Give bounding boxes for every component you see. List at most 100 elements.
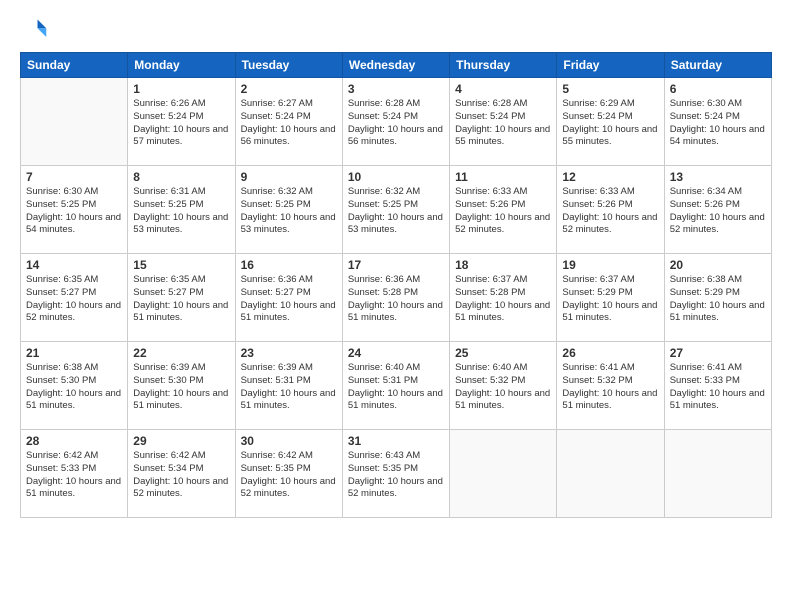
calendar-cell: 14 Sunrise: 6:35 AM Sunset: 5:27 PM Dayli… (21, 254, 128, 342)
week-row-5: 28Sunrise: 6:42 AM Sunset: 5:33 PM Dayli… (21, 430, 772, 518)
day-info: Sunrise: 6:30 AM Sunset: 5:25 PM Dayligh… (26, 186, 122, 237)
day-info: Sunrise: 6:40 AM Sunset: 5:31 PM Dayligh… (348, 362, 444, 413)
day-number: 11 (455, 170, 551, 184)
weekday-header-sunday: Sunday (21, 53, 128, 78)
day-number: 24 (348, 346, 444, 360)
day-info: Sunrise: 6:39 AM Sunset: 5:31 PM Dayligh… (241, 362, 337, 413)
day-number: 1 (133, 82, 229, 96)
weekday-header-wednesday: Wednesday (342, 53, 449, 78)
day-number: 23 (241, 346, 337, 360)
day-info: Sunrise: 6:33 AM Sunset: 5:26 PM Dayligh… (562, 186, 658, 237)
day-number: 30 (241, 434, 337, 448)
calendar-cell: 24 Sunrise: 6:40 AM Sunset: 5:31 PM Dayli… (342, 342, 449, 430)
calendar-cell: 11 Sunrise: 6:33 AM Sunset: 5:26 PM Dayli… (450, 166, 557, 254)
logo-icon (20, 16, 48, 44)
day-info: Sunrise: 6:38 AM Sunset: 5:29 PM Dayligh… (670, 274, 766, 325)
calendar-cell: 13 Sunrise: 6:34 AM Sunset: 5:26 PM Dayli… (664, 166, 771, 254)
day-info: Sunrise: 6:41 AM Sunset: 5:33 PM Dayligh… (670, 362, 766, 413)
day-number: 9 (241, 170, 337, 184)
weekday-header-thursday: Thursday (450, 53, 557, 78)
week-row-4: 21 Sunrise: 6:38 AM Sunset: 5:30 PM Dayli… (21, 342, 772, 430)
calendar-cell: 25Sunrise: 6:40 AM Sunset: 5:32 PM Dayli… (450, 342, 557, 430)
day-number: 8 (133, 170, 229, 184)
day-number: 7 (26, 170, 122, 184)
day-number: 3 (348, 82, 444, 96)
calendar-cell: 17 Sunrise: 6:36 AM Sunset: 5:28 PM Dayli… (342, 254, 449, 342)
day-info: Sunrise: 6:41 AM Sunset: 5:32 PM Dayligh… (562, 362, 658, 413)
day-info: Sunrise: 6:35 AM Sunset: 5:27 PM Dayligh… (26, 274, 122, 325)
day-number: 21 (26, 346, 122, 360)
day-number: 10 (348, 170, 444, 184)
calendar-cell: 5 Sunrise: 6:29 AM Sunset: 5:24 PM Daylig… (557, 78, 664, 166)
day-info: Sunrise: 6:42 AM Sunset: 5:35 PM Dayligh… (241, 450, 337, 501)
calendar-cell: 28Sunrise: 6:42 AM Sunset: 5:33 PM Dayli… (21, 430, 128, 518)
day-info: Sunrise: 6:43 AM Sunset: 5:35 PM Dayligh… (348, 450, 444, 501)
calendar-cell: 4 Sunrise: 6:28 AM Sunset: 5:24 PM Daylig… (450, 78, 557, 166)
day-number: 4 (455, 82, 551, 96)
calendar-cell: 22Sunrise: 6:39 AM Sunset: 5:30 PM Dayli… (128, 342, 235, 430)
day-number: 27 (670, 346, 766, 360)
calendar-cell: 15Sunrise: 6:35 AM Sunset: 5:27 PM Dayli… (128, 254, 235, 342)
calendar-cell: 18Sunrise: 6:37 AM Sunset: 5:28 PM Dayli… (450, 254, 557, 342)
calendar-cell: 27 Sunrise: 6:41 AM Sunset: 5:33 PM Dayli… (664, 342, 771, 430)
weekday-header-tuesday: Tuesday (235, 53, 342, 78)
weekday-header-monday: Monday (128, 53, 235, 78)
day-number: 16 (241, 258, 337, 272)
calendar-cell: 7 Sunrise: 6:30 AM Sunset: 5:25 PM Daylig… (21, 166, 128, 254)
day-number: 14 (26, 258, 122, 272)
day-info: Sunrise: 6:27 AM Sunset: 5:24 PM Dayligh… (241, 98, 337, 149)
calendar-cell: 23 Sunrise: 6:39 AM Sunset: 5:31 PM Dayli… (235, 342, 342, 430)
day-number: 15 (133, 258, 229, 272)
day-info: Sunrise: 6:42 AM Sunset: 5:34 PM Dayligh… (133, 450, 229, 501)
calendar-cell: 21 Sunrise: 6:38 AM Sunset: 5:30 PM Dayli… (21, 342, 128, 430)
day-number: 5 (562, 82, 658, 96)
calendar-cell: 6Sunrise: 6:30 AM Sunset: 5:24 PM Daylig… (664, 78, 771, 166)
calendar-cell (450, 430, 557, 518)
calendar-cell: 9 Sunrise: 6:32 AM Sunset: 5:25 PM Daylig… (235, 166, 342, 254)
day-number: 19 (562, 258, 658, 272)
day-number: 17 (348, 258, 444, 272)
calendar-cell: 3 Sunrise: 6:28 AM Sunset: 5:24 PM Daylig… (342, 78, 449, 166)
week-row-3: 14 Sunrise: 6:35 AM Sunset: 5:27 PM Dayli… (21, 254, 772, 342)
day-info: Sunrise: 6:34 AM Sunset: 5:26 PM Dayligh… (670, 186, 766, 237)
day-number: 31 (348, 434, 444, 448)
weekday-header-friday: Friday (557, 53, 664, 78)
calendar-cell: 2 Sunrise: 6:27 AM Sunset: 5:24 PM Daylig… (235, 78, 342, 166)
day-info: Sunrise: 6:36 AM Sunset: 5:28 PM Dayligh… (348, 274, 444, 325)
day-number: 29 (133, 434, 229, 448)
day-info: Sunrise: 6:31 AM Sunset: 5:25 PM Dayligh… (133, 186, 229, 237)
calendar-cell: 30 Sunrise: 6:42 AM Sunset: 5:35 PM Dayli… (235, 430, 342, 518)
day-info: Sunrise: 6:28 AM Sunset: 5:24 PM Dayligh… (455, 98, 551, 149)
calendar-cell: 20 Sunrise: 6:38 AM Sunset: 5:29 PM Dayli… (664, 254, 771, 342)
day-info: Sunrise: 6:30 AM Sunset: 5:24 PM Dayligh… (670, 98, 766, 149)
day-number: 28 (26, 434, 122, 448)
day-number: 20 (670, 258, 766, 272)
header (20, 16, 772, 44)
day-info: Sunrise: 6:36 AM Sunset: 5:27 PM Dayligh… (241, 274, 337, 325)
day-number: 12 (562, 170, 658, 184)
day-info: Sunrise: 6:26 AM Sunset: 5:24 PM Dayligh… (133, 98, 229, 149)
day-info: Sunrise: 6:40 AM Sunset: 5:32 PM Dayligh… (455, 362, 551, 413)
week-row-1: 1 Sunrise: 6:26 AM Sunset: 5:24 PM Daylig… (21, 78, 772, 166)
calendar-cell: 12 Sunrise: 6:33 AM Sunset: 5:26 PM Dayli… (557, 166, 664, 254)
day-number: 26 (562, 346, 658, 360)
day-info: Sunrise: 6:29 AM Sunset: 5:24 PM Dayligh… (562, 98, 658, 149)
day-info: Sunrise: 6:32 AM Sunset: 5:25 PM Dayligh… (241, 186, 337, 237)
day-number: 2 (241, 82, 337, 96)
weekday-header-saturday: Saturday (664, 53, 771, 78)
day-number: 13 (670, 170, 766, 184)
day-info: Sunrise: 6:38 AM Sunset: 5:30 PM Dayligh… (26, 362, 122, 413)
calendar-cell (557, 430, 664, 518)
calendar-cell: 19Sunrise: 6:37 AM Sunset: 5:29 PM Dayli… (557, 254, 664, 342)
week-row-2: 7 Sunrise: 6:30 AM Sunset: 5:25 PM Daylig… (21, 166, 772, 254)
calendar-cell: 8 Sunrise: 6:31 AM Sunset: 5:25 PM Daylig… (128, 166, 235, 254)
logo (20, 16, 52, 44)
calendar-cell (21, 78, 128, 166)
day-info: Sunrise: 6:33 AM Sunset: 5:26 PM Dayligh… (455, 186, 551, 237)
calendar-cell: 31 Sunrise: 6:43 AM Sunset: 5:35 PM Dayli… (342, 430, 449, 518)
day-info: Sunrise: 6:37 AM Sunset: 5:28 PM Dayligh… (455, 274, 551, 325)
calendar-cell: 10Sunrise: 6:32 AM Sunset: 5:25 PM Dayli… (342, 166, 449, 254)
day-info: Sunrise: 6:28 AM Sunset: 5:24 PM Dayligh… (348, 98, 444, 149)
calendar-cell (664, 430, 771, 518)
weekday-header-row: SundayMondayTuesdayWednesdayThursdayFrid… (21, 53, 772, 78)
